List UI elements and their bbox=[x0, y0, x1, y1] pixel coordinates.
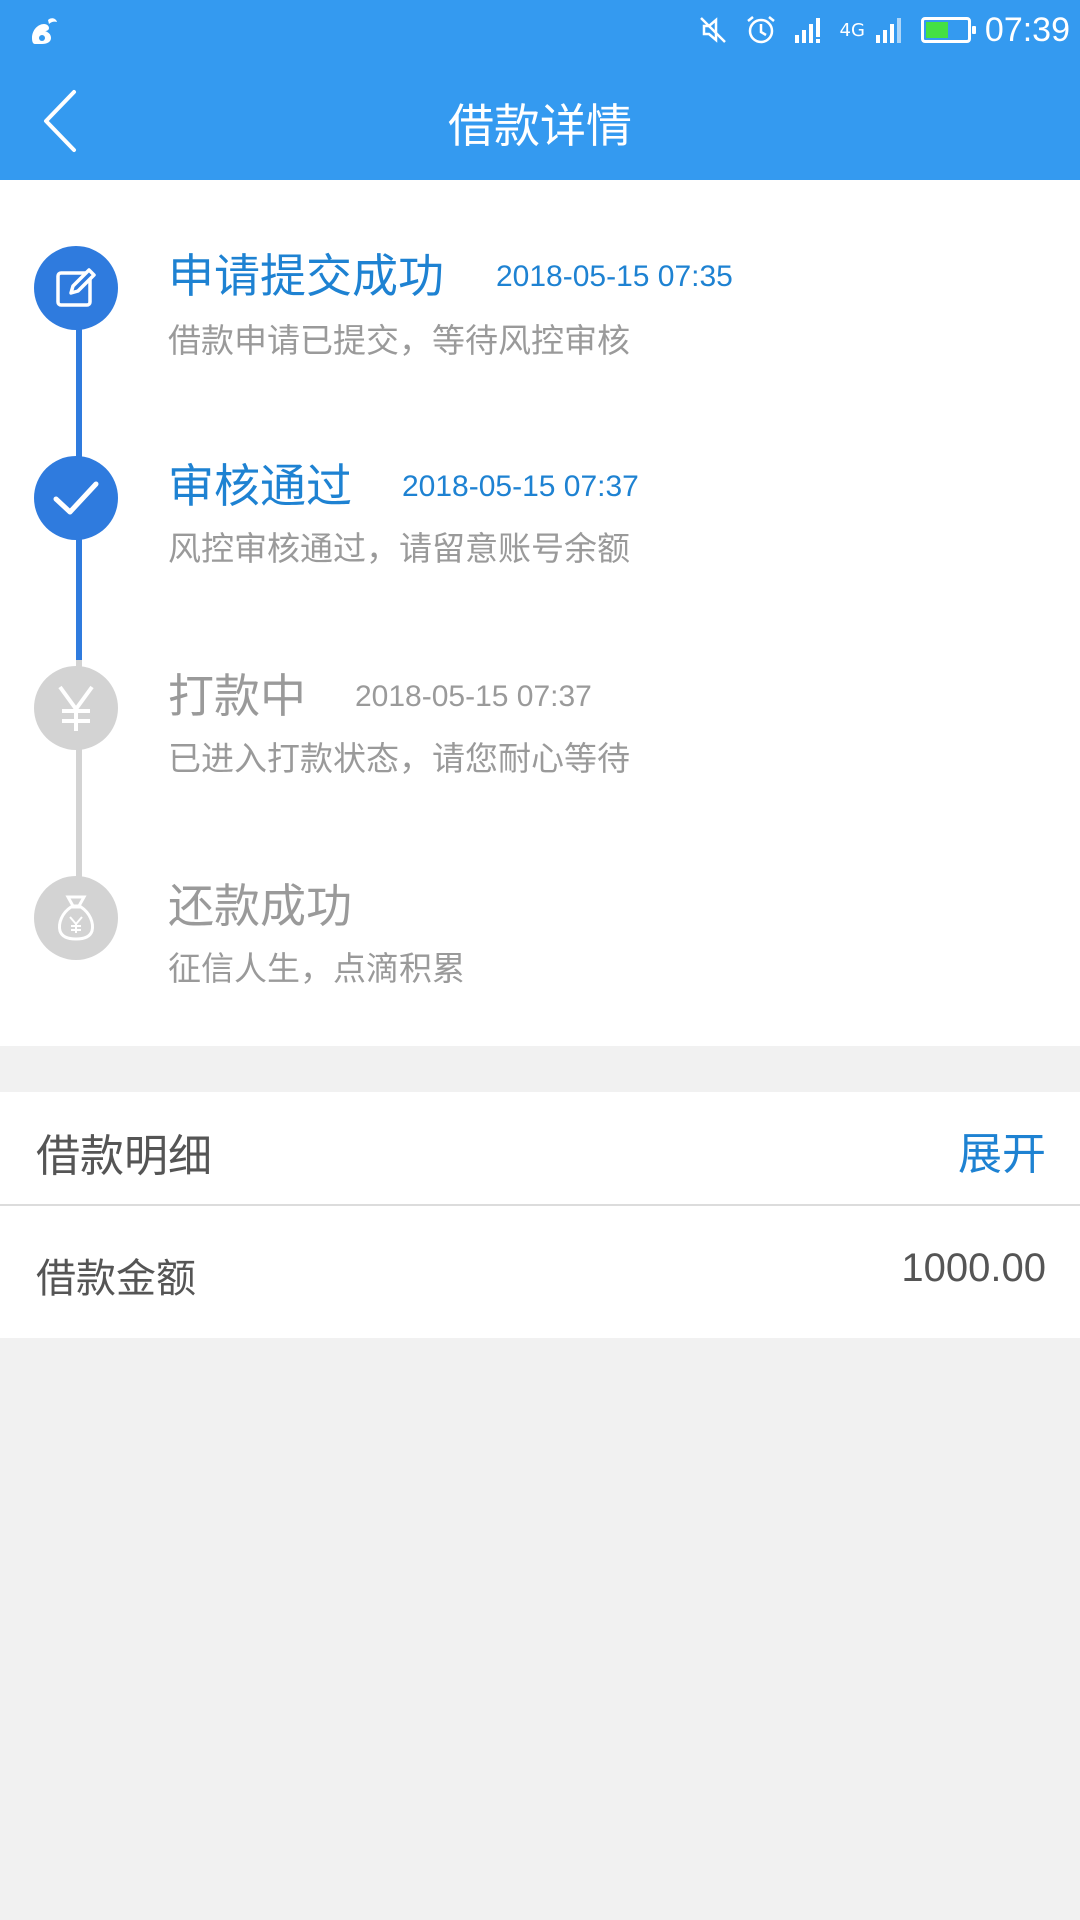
progress-timeline: 申请提交成功 2018-05-15 07:35 借款申请已提交，等待风控审核 审… bbox=[0, 180, 1080, 1046]
loan-amount-row: 借款金额 1000.00 bbox=[0, 1208, 1080, 1338]
yen-icon bbox=[58, 685, 94, 731]
step-4-title: 还款成功 bbox=[168, 879, 352, 933]
step-1-title: 申请提交成功 bbox=[168, 249, 444, 303]
step-1-time: 2018-05-15 07:35 bbox=[496, 260, 733, 293]
page-title: 借款详情 bbox=[448, 99, 632, 153]
expand-button[interactable]: 展开 bbox=[958, 1118, 1046, 1182]
alarm-icon bbox=[746, 16, 775, 44]
loan-details-section: 借款明细 展开 借款金额 1000.00 bbox=[0, 1092, 1080, 1338]
step-4-node bbox=[34, 876, 118, 960]
mute-icon bbox=[699, 17, 726, 43]
step-3-desc: 已进入打款状态，请您耐心等待 bbox=[168, 739, 630, 778]
loan-details-title: 借款明细 bbox=[36, 1131, 212, 1182]
signal-4g-icon bbox=[875, 18, 901, 43]
step-3-node bbox=[34, 666, 118, 750]
navigation-bar: 借款详情 bbox=[0, 62, 1080, 180]
clock: 07:39 bbox=[984, 10, 1070, 49]
step-2-node bbox=[34, 456, 118, 540]
step-3-title: 打款中 bbox=[168, 669, 306, 723]
step-2-desc: 风控审核通过，请留意账号余额 bbox=[168, 529, 630, 568]
battery-level bbox=[925, 22, 948, 38]
step-4-desc: 征信人生，点滴积累 bbox=[168, 949, 465, 988]
step-2-time: 2018-05-15 07:37 bbox=[402, 470, 639, 503]
step-3-time: 2018-05-15 07:37 bbox=[355, 680, 592, 713]
money-bag-icon bbox=[58, 895, 94, 941]
app-header: 4G 07:39 借款详情 bbox=[0, 0, 1080, 180]
status-bar: 4G 07:39 bbox=[0, 0, 1080, 62]
status-icons: 4G 07:39 bbox=[696, 8, 1070, 52]
check-icon bbox=[53, 481, 99, 515]
app-icon bbox=[32, 18, 57, 44]
battery-icon bbox=[920, 17, 976, 43]
step-2-title: 审核通过 bbox=[168, 459, 352, 513]
network-type-label: 4G bbox=[839, 19, 865, 41]
loan-details-header: 借款明细 展开 bbox=[0, 1092, 1080, 1206]
loan-amount-label: 借款金额 bbox=[36, 1256, 196, 1302]
signal-icon bbox=[794, 18, 820, 43]
step-1-node bbox=[34, 246, 118, 330]
loan-amount-value: 1000.00 bbox=[901, 1246, 1046, 1290]
edit-icon bbox=[56, 268, 96, 307]
step-1-desc: 借款申请已提交，等待风控审核 bbox=[168, 321, 630, 360]
